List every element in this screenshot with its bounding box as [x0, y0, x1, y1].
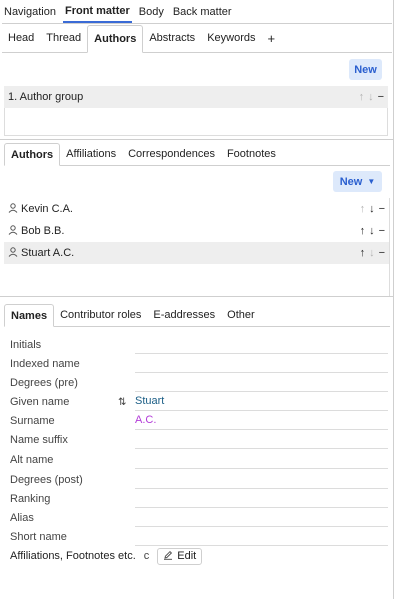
tab-navigation[interactable]: Navigation — [2, 0, 58, 23]
surname-input[interactable]: A.C. — [135, 411, 388, 430]
tab-e-addresses[interactable]: E-addresses — [147, 303, 221, 326]
field-alias: Alias — [10, 508, 390, 527]
affiliations-row: Affiliations, Footnotes etc. c Edit — [10, 547, 203, 565]
field-label: Ranking — [10, 493, 51, 505]
edit-affiliations-button[interactable]: Edit — [157, 547, 203, 565]
short-name-input[interactable] — [135, 527, 388, 546]
remove-icon[interactable]: − — [378, 91, 384, 103]
indexed-name-input[interactable] — [135, 354, 388, 373]
field-label: Degrees (post) — [10, 474, 83, 486]
remove-icon[interactable]: − — [379, 203, 385, 215]
new-author-button[interactable]: New ▼ — [333, 171, 382, 192]
tab-body[interactable]: Body — [137, 0, 166, 23]
caret-down-icon: ▼ — [367, 177, 376, 186]
section-divider — [0, 296, 394, 297]
move-up-icon[interactable]: ↑ — [360, 225, 366, 237]
tab-footnotes[interactable]: Footnotes — [221, 142, 282, 165]
field-label: Surname — [10, 415, 55, 427]
tab-keywords[interactable]: Keywords — [201, 24, 261, 52]
new-author-label: New — [339, 175, 363, 188]
alias-input[interactable] — [135, 508, 388, 527]
field-ranking: Ranking — [10, 489, 390, 508]
author-row-actions: ↑ ↓ − — [360, 247, 385, 259]
tab-authors[interactable]: Authors — [87, 25, 144, 53]
author-row[interactable]: Kevin C.A. ↑ ↓ − — [4, 198, 389, 220]
field-label: Alias — [10, 512, 34, 524]
author-row[interactable]: Bob B.B. ↑ ↓ − — [4, 220, 389, 242]
name-suffix-input[interactable] — [135, 430, 388, 449]
add-tab-button[interactable]: + — [261, 24, 281, 52]
move-up-icon[interactable]: ↑ — [359, 91, 365, 103]
tab-thread[interactable]: Thread — [40, 24, 87, 52]
move-down-icon[interactable]: ↓ — [369, 225, 375, 237]
move-down-icon[interactable]: ↓ — [369, 203, 375, 215]
tab-correspondences[interactable]: Correspondences — [122, 142, 221, 165]
new-group-label: New — [354, 63, 377, 76]
move-down-icon[interactable]: ↓ — [368, 91, 374, 103]
field-label: Short name — [10, 531, 67, 543]
tab-names[interactable]: Names — [4, 304, 55, 327]
tab-front-matter[interactable]: Front matter — [62, 0, 132, 23]
affiliations-label: Affiliations, Footnotes etc. — [10, 550, 136, 562]
person-icon — [8, 202, 18, 216]
remove-icon[interactable]: − — [379, 247, 385, 259]
author-detail-tab-bar: Names Contributor roles E-addresses Othe… — [4, 303, 390, 327]
person-icon — [8, 246, 18, 260]
field-given-name: Given name ⇅ Stuart — [10, 392, 390, 411]
remove-icon[interactable]: − — [379, 225, 385, 237]
author-row-actions: ↑ ↓ − — [360, 203, 385, 215]
author-group-list-area — [4, 108, 388, 136]
tab-affiliations[interactable]: Affiliations — [60, 142, 122, 165]
tab-authors-list[interactable]: Authors — [4, 143, 61, 166]
field-label: Name suffix — [10, 434, 68, 446]
tab-head[interactable]: Head — [2, 24, 40, 52]
field-surname: Surname A.C. — [10, 411, 390, 430]
field-degrees-pre: Degrees (pre) — [10, 373, 390, 392]
field-name-suffix: Name suffix — [10, 430, 390, 449]
affiliations-value: c — [143, 550, 150, 562]
field-label: Degrees (pre) — [10, 377, 78, 389]
move-up-icon[interactable]: ↑ — [360, 203, 366, 215]
edit-label: Edit — [177, 550, 197, 562]
tab-other[interactable]: Other — [221, 303, 261, 326]
author-group-tab-bar: Authors Affiliations Correspondences Foo… — [4, 142, 390, 166]
author-list: Kevin C.A. ↑ ↓ − Bob B.B. ↑ ↓ − Stuart A… — [4, 198, 390, 296]
tab-back-matter[interactable]: Back matter — [171, 0, 234, 23]
top-tab-bar: Navigation Front matter Body Back matter — [2, 0, 392, 24]
author-row-actions: ↑ ↓ − — [360, 225, 385, 237]
tab-contributor-roles[interactable]: Contributor roles — [54, 303, 147, 326]
tab-abstracts[interactable]: Abstracts — [143, 24, 201, 52]
field-label: Initials — [10, 339, 42, 351]
field-label: Given name — [10, 396, 70, 408]
move-down-icon[interactable]: ↓ — [369, 247, 375, 259]
field-indexed-name: Indexed name — [10, 354, 390, 373]
author-name: Bob B.B. — [21, 225, 65, 237]
move-up-icon[interactable]: ↑ — [360, 247, 366, 259]
new-author-group-button[interactable]: New — [349, 59, 382, 80]
initials-input[interactable] — [135, 335, 388, 354]
author-name: Kevin C.A. — [21, 203, 73, 215]
field-label: Indexed name — [10, 358, 80, 370]
field-degrees-post: Degrees (post) — [10, 470, 390, 489]
field-label: Alt name — [10, 454, 54, 466]
author-group-row[interactable]: 1. Author group ↑ ↓ − — [4, 86, 388, 108]
degrees-pre-input[interactable] — [135, 373, 388, 392]
person-icon — [8, 224, 18, 238]
author-name: Stuart A.C. — [21, 247, 75, 259]
author-group-label: 1. Author group — [8, 91, 84, 103]
ranking-input[interactable] — [135, 489, 388, 508]
degrees-post-input[interactable] — [135, 470, 388, 489]
given-name-input[interactable]: Stuart — [135, 392, 388, 411]
front-matter-tab-bar: Head Thread Authors Abstracts Keywords + — [2, 24, 392, 53]
alt-name-input[interactable] — [135, 450, 388, 469]
section-divider — [0, 139, 394, 140]
author-row-selected[interactable]: Stuart A.C. ↑ ↓ − — [4, 242, 389, 264]
field-short-name: Short name — [10, 527, 390, 546]
field-alt-name: Alt name — [10, 450, 390, 469]
group-row-actions: ↑ ↓ − — [359, 91, 384, 103]
pencil-icon — [163, 550, 173, 563]
field-initials: Initials — [10, 335, 390, 354]
swap-names-icon[interactable]: ⇅ — [118, 397, 126, 408]
